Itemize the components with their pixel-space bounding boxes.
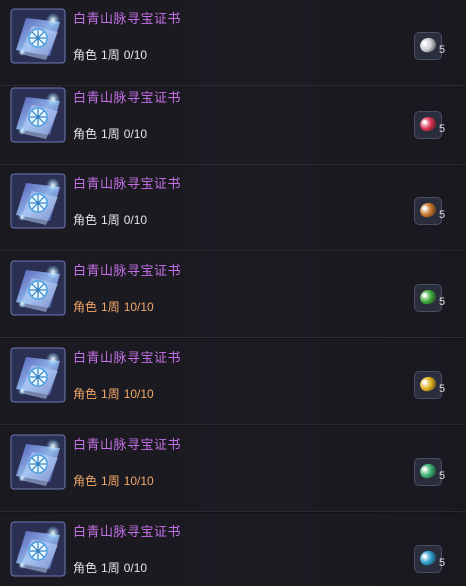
count-label: 10/10: [123, 300, 154, 314]
gem-reward-icon[interactable]: [414, 111, 442, 139]
gem-reward-icon[interactable]: [414, 545, 442, 573]
item-title: 白青山脉寻宝证书: [73, 263, 182, 278]
reward-count: 5: [439, 296, 446, 308]
period-label: 1周: [101, 474, 120, 488]
item-title: 白青山脉寻宝证书: [73, 524, 182, 539]
gem-icon: [418, 548, 438, 568]
treasure-certificate-icon: [10, 347, 66, 403]
quest-list: 白青山脉寻宝证书 角色 1周 0/10 5 白青山脉寻宝证书 角色 1周 0/1…: [0, 0, 466, 586]
reward-count: 5: [439, 470, 446, 482]
item-title: 白青山脉寻宝证书: [73, 350, 182, 365]
role-label: 角色: [73, 561, 98, 575]
role-label: 角色: [73, 387, 98, 401]
count-label: 0/10: [123, 127, 148, 141]
treasure-certificate-icon: [10, 8, 66, 64]
gem-icon: [418, 461, 438, 481]
reward-count: 5: [439, 557, 446, 569]
count-label: 0/10: [123, 48, 148, 62]
progress-text: 角色 1周 10/10: [73, 472, 158, 489]
reward-count: 5: [439, 44, 446, 56]
gem-reward-icon[interactable]: [414, 371, 442, 399]
quest-row[interactable]: 白青山脉寻宝证书 角色 1周 0/10 5: [0, 513, 466, 586]
treasure-certificate-icon: [10, 434, 66, 490]
period-label: 1周: [101, 561, 120, 575]
treasure-certificate-icon: [10, 260, 66, 316]
quest-row[interactable]: 白青山脉寻宝证书 角色 1周 0/10 5: [0, 0, 466, 86]
period-label: 1周: [101, 127, 120, 141]
role-label: 角色: [73, 474, 98, 488]
treasure-certificate-icon: [10, 521, 66, 577]
gem-reward-icon[interactable]: [414, 197, 442, 225]
item-title: 白青山脉寻宝证书: [73, 176, 182, 191]
gem-icon: [418, 35, 438, 55]
quest-row[interactable]: 白青山脉寻宝证书 角色 1周 0/10 5: [0, 165, 466, 251]
count-label: 0/10: [123, 561, 148, 575]
role-label: 角色: [73, 48, 98, 62]
progress-text: 角色 1周 0/10: [73, 46, 151, 63]
period-label: 1周: [101, 213, 120, 227]
gem-icon: [418, 114, 438, 134]
count-label: 10/10: [123, 474, 154, 488]
progress-text: 角色 1周 0/10: [73, 211, 151, 228]
progress-text: 角色 1周 0/10: [73, 559, 151, 576]
quest-row[interactable]: 白青山脉寻宝证书 角色 1周 0/10 5: [0, 79, 466, 165]
period-label: 1周: [101, 48, 120, 62]
period-label: 1周: [101, 387, 120, 401]
count-label: 10/10: [123, 387, 154, 401]
reward-count: 5: [439, 209, 446, 221]
quest-row[interactable]: 白青山脉寻宝证书 角色 1周 10/10 5: [0, 339, 466, 425]
gem-reward-icon[interactable]: [414, 458, 442, 486]
progress-text: 角色 1周 10/10: [73, 298, 158, 315]
role-label: 角色: [73, 300, 98, 314]
count-label: 0/10: [123, 213, 148, 227]
gem-reward-icon[interactable]: [414, 32, 442, 60]
progress-text: 角色 1周 0/10: [73, 125, 151, 142]
period-label: 1周: [101, 300, 120, 314]
gem-icon: [418, 200, 438, 220]
role-label: 角色: [73, 213, 98, 227]
reward-count: 5: [439, 123, 446, 135]
item-title: 白青山脉寻宝证书: [73, 90, 182, 105]
quest-row[interactable]: 白青山脉寻宝证书 角色 1周 10/10 5: [0, 426, 466, 512]
treasure-certificate-icon: [10, 87, 66, 143]
item-title: 白青山脉寻宝证书: [73, 11, 182, 26]
quest-row[interactable]: 白青山脉寻宝证书 角色 1周 10/10 5: [0, 252, 466, 338]
reward-count: 5: [439, 383, 446, 395]
item-title: 白青山脉寻宝证书: [73, 437, 182, 452]
gem-reward-icon[interactable]: [414, 284, 442, 312]
progress-text: 角色 1周 10/10: [73, 385, 158, 402]
gem-icon: [418, 374, 438, 394]
treasure-certificate-icon: [10, 173, 66, 229]
gem-icon: [418, 287, 438, 307]
role-label: 角色: [73, 127, 98, 141]
